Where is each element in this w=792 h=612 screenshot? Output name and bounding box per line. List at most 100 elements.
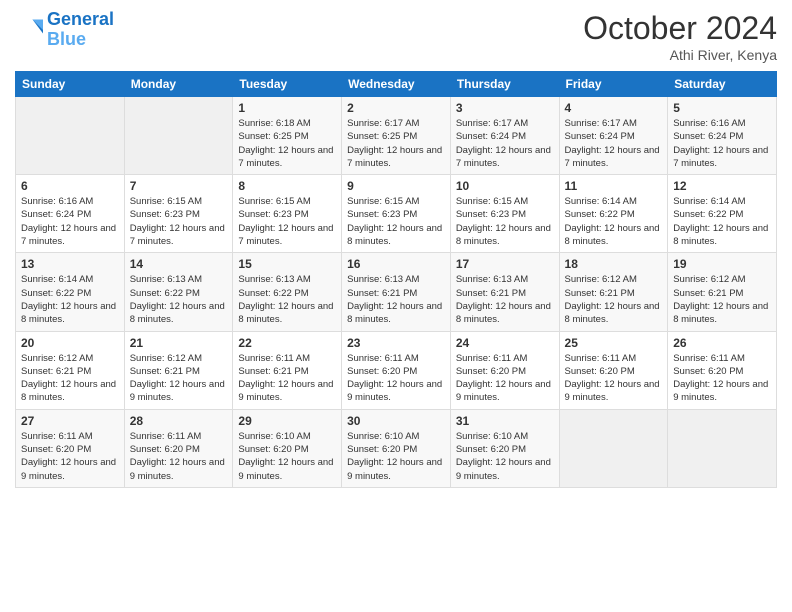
day-number: 25 — [565, 336, 663, 350]
header-row: SundayMondayTuesdayWednesdayThursdayFrid… — [16, 72, 777, 97]
day-number: 14 — [130, 257, 228, 271]
day-number: 11 — [565, 179, 663, 193]
calendar-cell: 15 Sunrise: 6:13 AM Sunset: 6:22 PM Dayli… — [233, 253, 342, 331]
day-info: Sunrise: 6:11 AM Sunset: 6:21 PM Dayligh… — [238, 352, 336, 405]
calendar-cell: 17Sunrise: 6:13 AM Sunset: 6:21 PM Dayli… — [450, 253, 559, 331]
calendar-cell: 13 Sunrise: 6:14 AM Sunset: 6:22 PM Dayli… — [16, 253, 125, 331]
calendar-cell: 2Sunrise: 6:17 AM Sunset: 6:25 PM Daylig… — [342, 97, 451, 175]
calendar-cell: 7 Sunrise: 6:15 AM Sunset: 6:23 PM Daylig… — [124, 175, 233, 253]
calendar-cell: 24Sunrise: 6:11 AM Sunset: 6:20 PM Dayli… — [450, 331, 559, 409]
day-info: Sunrise: 6:11 AM Sunset: 6:20 PM Dayligh… — [673, 352, 771, 405]
day-number: 15 — [238, 257, 336, 271]
day-number: 31 — [456, 414, 554, 428]
calendar-cell: 16 Sunrise: 6:13 AM Sunset: 6:21 PM Dayli… — [342, 253, 451, 331]
calendar-cell — [668, 409, 777, 487]
day-number: 4 — [565, 101, 663, 115]
day-number: 6 — [21, 179, 119, 193]
day-number: 26 — [673, 336, 771, 350]
day-number: 2 — [347, 101, 445, 115]
day-number: 9 — [347, 179, 445, 193]
day-number: 19 — [673, 257, 771, 271]
day-info: Sunrise: 6:13 AM Sunset: 6:21 PM Dayligh… — [347, 273, 445, 326]
header-day: Thursday — [450, 72, 559, 97]
day-info: Sunrise: 6:16 AM Sunset: 6:24 PM Dayligh… — [21, 195, 119, 248]
day-info: Sunrise: 6:11 AM Sunset: 6:20 PM Dayligh… — [456, 352, 554, 405]
day-number: 5 — [673, 101, 771, 115]
calendar-cell: 28 Sunrise: 6:11 AM Sunset: 6:20 PM Dayli… — [124, 409, 233, 487]
day-number: 18 — [565, 257, 663, 271]
day-info: Sunrise: 6:11 AM Sunset: 6:20 PM Dayligh… — [130, 430, 228, 483]
day-info: Sunrise: 6:15 AM Sunset: 6:23 PM Dayligh… — [347, 195, 445, 248]
calendar-cell: 19 Sunrise: 6:12 AM Sunset: 6:21 PM Dayli… — [668, 253, 777, 331]
day-info: Sunrise: 6:15 AM Sunset: 6:23 PM Dayligh… — [456, 195, 554, 248]
header-day: Tuesday — [233, 72, 342, 97]
calendar-cell — [124, 97, 233, 175]
day-info: Sunrise: 6:17 AM Sunset: 6:24 PM Dayligh… — [565, 117, 663, 170]
calendar-cell: 25Sunrise: 6:11 AM Sunset: 6:20 PM Dayli… — [559, 331, 668, 409]
calendar-cell: 21Sunrise: 6:12 AM Sunset: 6:21 PM Dayli… — [124, 331, 233, 409]
day-number: 13 — [21, 257, 119, 271]
calendar-cell: 1Sunrise: 6:18 AM Sunset: 6:25 PM Daylig… — [233, 97, 342, 175]
day-info: Sunrise: 6:11 AM Sunset: 6:20 PM Dayligh… — [21, 430, 119, 483]
calendar-week: 1Sunrise: 6:18 AM Sunset: 6:25 PM Daylig… — [16, 97, 777, 175]
day-info: Sunrise: 6:12 AM Sunset: 6:21 PM Dayligh… — [565, 273, 663, 326]
day-info: Sunrise: 6:13 AM Sunset: 6:22 PM Dayligh… — [130, 273, 228, 326]
calendar-week: 20 Sunrise: 6:12 AM Sunset: 6:21 PM Dayli… — [16, 331, 777, 409]
logo-text: General Blue — [47, 10, 114, 50]
calendar-cell: 27Sunrise: 6:11 AM Sunset: 6:20 PM Dayli… — [16, 409, 125, 487]
header-day: Friday — [559, 72, 668, 97]
header-day: Monday — [124, 72, 233, 97]
calendar-cell: 31Sunrise: 6:10 AM Sunset: 6:20 PM Dayli… — [450, 409, 559, 487]
day-info: Sunrise: 6:12 AM Sunset: 6:21 PM Dayligh… — [673, 273, 771, 326]
calendar-cell: 26 Sunrise: 6:11 AM Sunset: 6:20 PM Dayli… — [668, 331, 777, 409]
day-number: 7 — [130, 179, 228, 193]
calendar-cell: 22 Sunrise: 6:11 AM Sunset: 6:21 PM Dayli… — [233, 331, 342, 409]
day-number: 16 — [347, 257, 445, 271]
calendar-table: SundayMondayTuesdayWednesdayThursdayFrid… — [15, 71, 777, 488]
day-info: Sunrise: 6:16 AM Sunset: 6:24 PM Dayligh… — [673, 117, 771, 170]
day-number: 20 — [21, 336, 119, 350]
header-day: Saturday — [668, 72, 777, 97]
day-info: Sunrise: 6:12 AM Sunset: 6:21 PM Dayligh… — [21, 352, 119, 405]
location-subtitle: Athi River, Kenya — [583, 47, 777, 63]
day-info: Sunrise: 6:14 AM Sunset: 6:22 PM Dayligh… — [565, 195, 663, 248]
calendar-cell: 3 Sunrise: 6:17 AM Sunset: 6:24 PM Daylig… — [450, 97, 559, 175]
day-info: Sunrise: 6:18 AM Sunset: 6:25 PM Dayligh… — [238, 117, 336, 170]
calendar-cell: 10Sunrise: 6:15 AM Sunset: 6:23 PM Dayli… — [450, 175, 559, 253]
logo: General Blue — [15, 10, 114, 50]
day-info: Sunrise: 6:13 AM Sunset: 6:22 PM Dayligh… — [238, 273, 336, 326]
calendar-cell: 30 Sunrise: 6:10 AM Sunset: 6:20 PM Dayli… — [342, 409, 451, 487]
day-info: Sunrise: 6:15 AM Sunset: 6:23 PM Dayligh… — [130, 195, 228, 248]
calendar-cell: 12 Sunrise: 6:14 AM Sunset: 6:22 PM Dayli… — [668, 175, 777, 253]
calendar-cell: 14 Sunrise: 6:13 AM Sunset: 6:22 PM Dayli… — [124, 253, 233, 331]
calendar-cell — [16, 97, 125, 175]
day-number: 3 — [456, 101, 554, 115]
logo-icon — [15, 16, 43, 44]
calendar-cell: 4 Sunrise: 6:17 AM Sunset: 6:24 PM Daylig… — [559, 97, 668, 175]
calendar-week: 27Sunrise: 6:11 AM Sunset: 6:20 PM Dayli… — [16, 409, 777, 487]
calendar-week: 6 Sunrise: 6:16 AM Sunset: 6:24 PM Daylig… — [16, 175, 777, 253]
month-title: October 2024 — [583, 10, 777, 47]
calendar-cell: 6 Sunrise: 6:16 AM Sunset: 6:24 PM Daylig… — [16, 175, 125, 253]
day-info: Sunrise: 6:14 AM Sunset: 6:22 PM Dayligh… — [21, 273, 119, 326]
day-number: 17 — [456, 257, 554, 271]
calendar-cell: 5 Sunrise: 6:16 AM Sunset: 6:24 PM Daylig… — [668, 97, 777, 175]
day-info: Sunrise: 6:10 AM Sunset: 6:20 PM Dayligh… — [347, 430, 445, 483]
day-number: 12 — [673, 179, 771, 193]
calendar-cell: 29Sunrise: 6:10 AM Sunset: 6:20 PM Dayli… — [233, 409, 342, 487]
day-number: 28 — [130, 414, 228, 428]
day-info: Sunrise: 6:10 AM Sunset: 6:20 PM Dayligh… — [238, 430, 336, 483]
calendar-week: 13 Sunrise: 6:14 AM Sunset: 6:22 PM Dayli… — [16, 253, 777, 331]
day-info: Sunrise: 6:14 AM Sunset: 6:22 PM Dayligh… — [673, 195, 771, 248]
header-day: Wednesday — [342, 72, 451, 97]
day-number: 30 — [347, 414, 445, 428]
calendar-cell: 23Sunrise: 6:11 AM Sunset: 6:20 PM Dayli… — [342, 331, 451, 409]
title-block: October 2024 Athi River, Kenya — [583, 10, 777, 63]
calendar-cell — [559, 409, 668, 487]
calendar-cell: 11 Sunrise: 6:14 AM Sunset: 6:22 PM Dayli… — [559, 175, 668, 253]
day-info: Sunrise: 6:17 AM Sunset: 6:24 PM Dayligh… — [456, 117, 554, 170]
page: General Blue October 2024 Athi River, Ke… — [0, 0, 792, 612]
header-day: Sunday — [16, 72, 125, 97]
header: General Blue October 2024 Athi River, Ke… — [15, 10, 777, 63]
day-number: 22 — [238, 336, 336, 350]
